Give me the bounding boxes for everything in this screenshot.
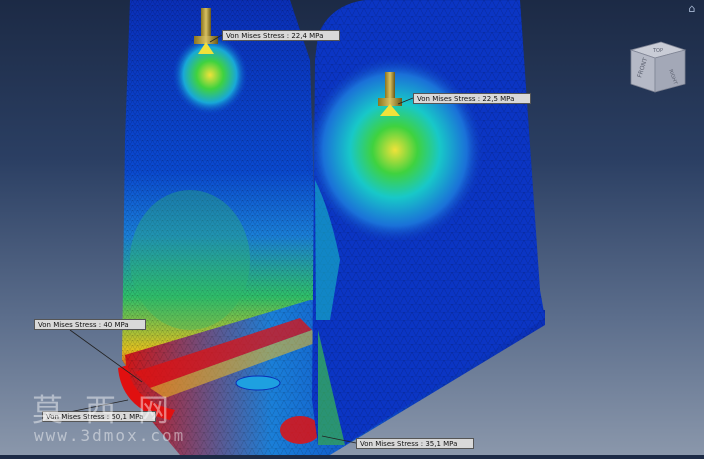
stress-annotation[interactable]: Von Mises Stress : 35,1 MPa (356, 438, 474, 449)
stress-annotation[interactable]: Von Mises Stress : 22,4 MPa (222, 30, 340, 41)
watermark-logo: 莫西网 (32, 393, 191, 429)
viewcube-face-top: TOP (652, 48, 663, 54)
watermark-site: www.3dmox.com (34, 426, 186, 445)
stress-annotation[interactable]: Von Mises Stress : 22,5 MPa (413, 93, 531, 104)
viewcube-icon[interactable]: FRONT TOP RIGHT (625, 34, 689, 98)
home-icon[interactable]: ⌂ (683, 2, 701, 16)
viewcube-shape: FRONT TOP RIGHT (629, 41, 687, 93)
stress-annotation[interactable]: Von Mises Stress : 40 MPa (34, 319, 146, 330)
